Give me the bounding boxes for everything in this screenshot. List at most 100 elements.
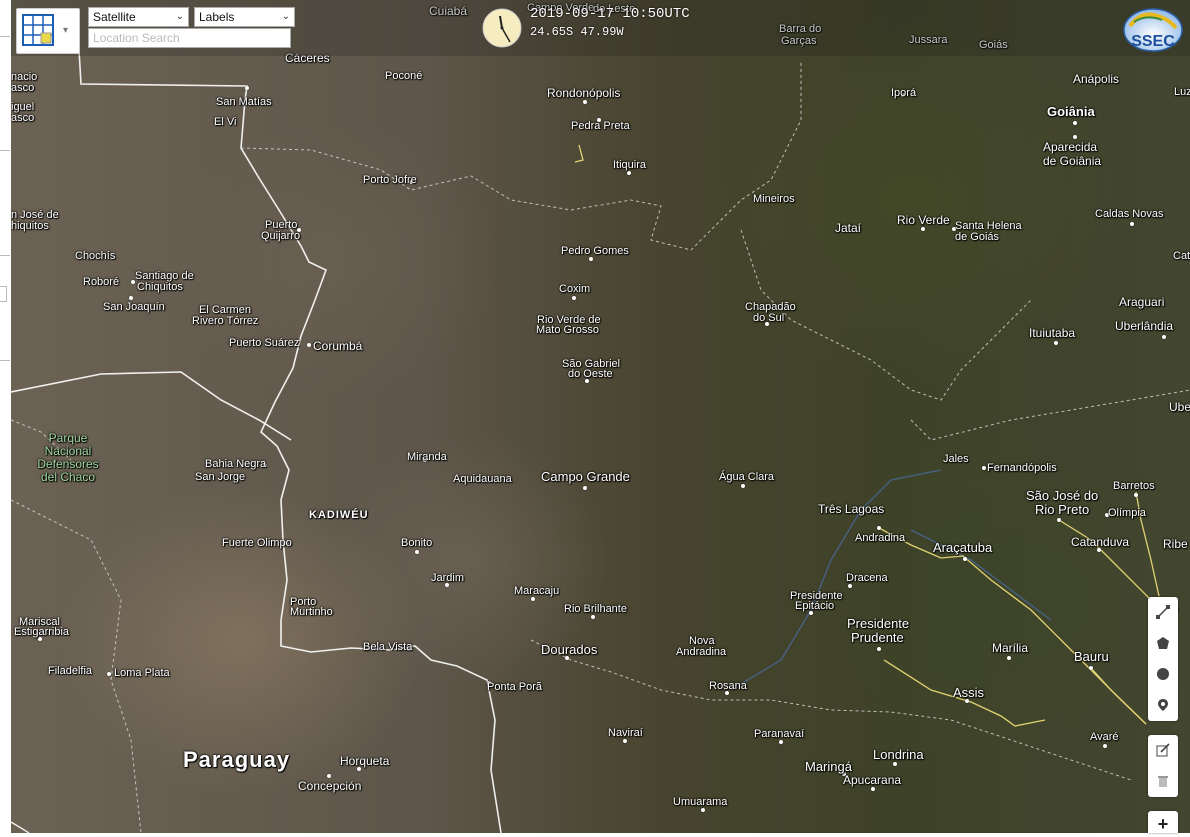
edit-toolbar [1148,735,1178,797]
place-marker [627,171,631,175]
place-label: Horqueta [340,754,390,768]
place-marker [572,296,576,300]
place-label: Rio Brilhante [564,603,627,615]
place-label: Jales [943,453,969,465]
place-label: Barretos [1113,480,1155,492]
place-label: Naviraí [608,727,643,739]
polyline-icon[interactable] [1148,597,1178,627]
chevron-down-icon: ▾ [63,25,69,36]
place-label: Rio Verde [897,213,950,227]
place-label: El Vi [214,116,237,128]
panel-divider [0,360,10,361]
place-label: Bonito [401,537,433,549]
place-marker [893,762,897,766]
place-label: Iporá [891,87,917,99]
place-label: Filadelfia [48,665,93,677]
logo-text: SSEC [1131,33,1175,50]
place-label: de Goiás [955,231,1000,243]
place-label: Prudente [851,630,904,645]
clock-icon [482,8,522,48]
place-marker [877,526,881,530]
place-label: Olímpia [1108,507,1146,519]
place-label: Fuerte Olimpo [222,537,292,549]
place-label: Água Clara [719,471,775,483]
marker-icon[interactable] [1148,690,1178,720]
place-label: Dracena [846,572,888,584]
edit-icon[interactable] [1148,735,1178,765]
place-label: Rivero Tórrez [192,315,259,327]
polygon-icon[interactable] [1148,628,1178,658]
place-marker [589,257,593,261]
place-marker [107,672,111,676]
place-marker [1073,135,1077,139]
labels-select-value: Labels [199,10,235,24]
place-marker [415,550,419,554]
place-label: do Sul [753,312,785,324]
place-label: Umuarama [673,796,728,808]
place-marker [531,597,535,601]
layer-control-button[interactable]: ▾ [16,8,80,54]
place-label: Chochís [75,250,116,262]
place-label: Catanduva [1071,535,1130,549]
place-label: Uberlândia [1115,319,1174,333]
circle-icon[interactable] [1148,659,1178,689]
place-marker [583,486,587,490]
place-label: Dourados [541,642,598,657]
place-label: Porto Jofre [363,174,417,186]
place-marker [779,740,783,744]
chevron-down-icon: ⌄ [175,11,184,22]
place-marker [848,584,852,588]
place-label: Estigarribia [14,626,70,638]
place-label: Assis [953,685,985,700]
satellite-map[interactable]: Cuiabá Campo Verde do Leste Barra do Gar… [11,0,1190,833]
place-marker [623,739,627,743]
place-marker [982,466,986,470]
place-marker [1007,656,1011,660]
place-label: Ube [1169,400,1190,414]
park-label: Parque Nacional Defensores del Chaco [37,431,99,484]
place-marker [307,343,311,347]
place-label: Caldas Novas [1095,208,1164,220]
place-marker [963,557,967,561]
place-label: Maringá [805,759,852,774]
place-label: Poconé [385,70,423,82]
cursor-coordinates: 24.65S 47.99W [530,25,624,39]
place-label: Avaré [1090,731,1119,743]
place-label: asco [11,82,35,94]
place-label: Chiquitos [137,281,183,293]
panel-divider [0,255,10,256]
place-label: Murtinho [290,606,333,618]
place-label: Ribe [1163,537,1188,551]
place-label: Miranda [407,451,447,463]
layer-select[interactable]: Satellite ⌄ [88,7,189,27]
panel-collapse-handle[interactable] [0,286,7,302]
place-label: Rondonópolis [547,86,621,100]
place-label: Aquidauana [453,473,512,485]
trash-icon[interactable] [1148,766,1178,796]
place-label: Bahia Negra [205,458,267,470]
image-timestamp: 2019-09-17 10:50UTC [530,6,690,22]
place-label: Corumbá [313,339,363,353]
place-marker [921,227,925,231]
place-marker [1057,518,1061,522]
place-label: San Jorge [195,471,246,483]
place-label: Fernandópolis [987,462,1057,474]
place-label: de Goiânia [1043,154,1102,168]
place-label: Três Lagoas [818,502,885,516]
place-marker [1054,341,1058,345]
place-label: Mineiros [753,193,795,205]
location-search-input[interactable] [88,28,291,48]
zoom-in-button[interactable]: + [1148,811,1178,834]
place-label: Quijarro [261,230,301,242]
labels-select[interactable]: Labels ⌄ [194,7,295,27]
region-label: KADIWÉU [309,509,369,521]
place-label: Concepción [298,779,362,793]
place-label: Roboré [83,276,120,288]
place-label: Paranavaí [754,728,805,740]
draw-toolbar [1148,597,1178,721]
country-label: Paraguay [183,747,291,772]
panel-divider [0,150,10,151]
place-marker [1130,222,1134,226]
place-label: Marília [992,641,1029,655]
place-label: Jardim [431,572,465,584]
